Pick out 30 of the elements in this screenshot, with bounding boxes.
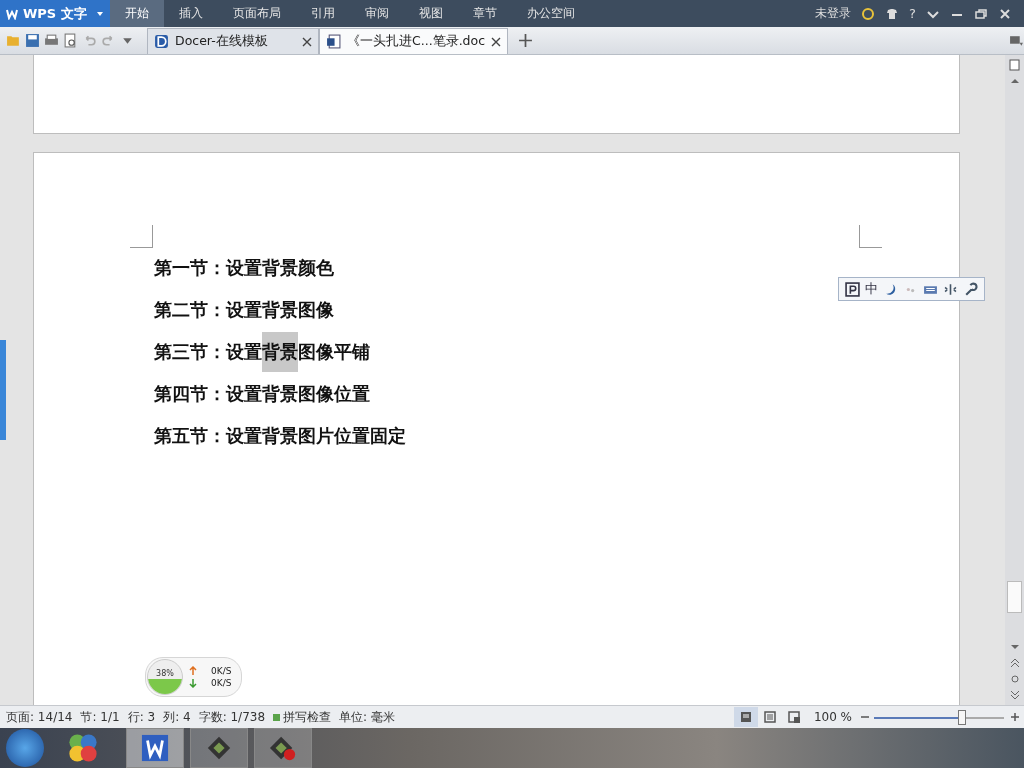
body-text: 第一节：设置背景颜色 — [154, 257, 335, 280]
upload-rate: 0K/S — [211, 666, 232, 676]
menu-tab[interactable]: 视图 — [404, 0, 458, 27]
menu-tab[interactable]: 办公空间 — [512, 0, 590, 27]
status-text: 节: 1/1 — [80, 708, 120, 726]
body-text: 第三节：设置背景图像平铺 — [154, 332, 959, 372]
menu-tab[interactable]: 开始 — [110, 0, 164, 27]
menu-tab[interactable]: 审阅 — [350, 0, 404, 27]
download-rate: 0K/S — [211, 678, 232, 688]
login-link[interactable]: 未登录 — [815, 5, 852, 22]
help-button[interactable]: ? — [909, 6, 916, 21]
menu-tab[interactable]: 引用 — [296, 0, 350, 27]
spell-check-button[interactable]: 拼写检查 — [283, 708, 332, 726]
menu-tab[interactable]: 页面布局 — [218, 0, 296, 27]
document-tab[interactable]: Docer-在线模板 — [147, 28, 319, 54]
menu-tab[interactable]: 插入 — [164, 0, 218, 27]
status-text: 列: 4 — [163, 708, 191, 726]
body-text: 第五节：设置背景图片位置固定 — [154, 425, 407, 448]
status-text: 行: 3 — [127, 708, 156, 726]
body-text: 第四节：设置背景图像位置 — [154, 383, 371, 406]
status-text: 字数: 1/738 — [198, 708, 266, 726]
input-mode-toggle[interactable]: 中 — [865, 280, 878, 298]
body-text: 第二节：设置背景图像 — [154, 299, 335, 322]
zoom-percent[interactable]: 100 % — [813, 710, 852, 724]
document-tab[interactable]: 《一头扎进C...笔录.doc — [319, 28, 509, 54]
status-text: 页面: 14/14 — [6, 708, 73, 726]
menu-tab[interactable]: 章节 — [458, 0, 512, 27]
app-menu-button[interactable]: WPS 文字 — [0, 0, 110, 27]
unit-label: 单位: 毫米 — [339, 708, 395, 726]
memory-percent: 38% — [155, 668, 175, 678]
